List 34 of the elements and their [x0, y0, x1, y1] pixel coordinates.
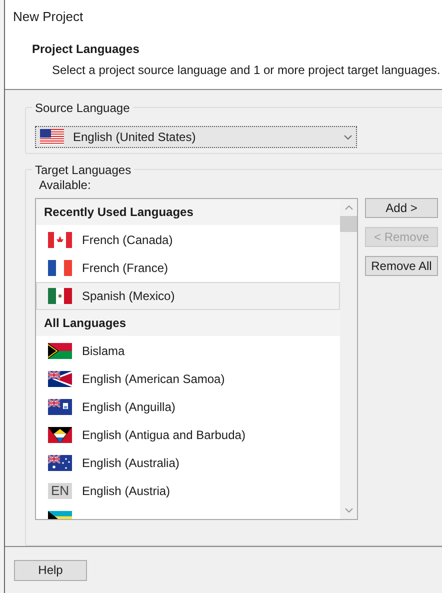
language-item[interactable]: Bislama	[36, 337, 340, 365]
flag-icon	[48, 399, 72, 415]
flag-icon	[48, 232, 72, 248]
flag-icon	[48, 427, 72, 443]
language-item[interactable]: English (American Samoa)	[36, 365, 340, 393]
scroll-up-icon[interactable]	[344, 205, 352, 210]
flag-icon	[48, 371, 72, 387]
list-action-button[interactable]: Add >	[365, 198, 438, 218]
scroll-down-icon[interactable]	[344, 508, 352, 513]
language-item[interactable]: EN English (Austria)	[36, 477, 340, 505]
flag-icon	[48, 455, 72, 471]
vertical-scrollbar[interactable]	[340, 199, 357, 519]
chevron-down-icon	[344, 134, 352, 140]
flag-icon	[48, 343, 72, 359]
language-code-badge: EN	[48, 483, 72, 499]
window-title: New Project	[13, 8, 84, 26]
language-item[interactable]: English (Antigua and Barbuda)	[36, 421, 340, 449]
list-group-heading: Recently Used Languages	[36, 199, 340, 225]
flag-icon	[40, 129, 64, 145]
available-label: Available:	[38, 178, 92, 192]
language-item[interactable]: French (France)	[36, 254, 340, 282]
language-item[interactable]: English (Australia)	[36, 449, 340, 477]
language-item[interactable]: English (Anguilla)	[36, 393, 340, 421]
flag-icon	[48, 260, 72, 276]
source-language-dropdown[interactable]: English (United States)	[35, 126, 357, 148]
help-button[interactable]: Help	[14, 560, 87, 580]
header-subtitle: Select a project source language and 1 or more project target languages.	[51, 62, 442, 79]
scrollbar-thumb[interactable]	[340, 216, 357, 232]
language-item[interactable]: Spanish (Mexico)	[36, 282, 340, 310]
header-title: Project Languages	[32, 41, 140, 58]
language-item[interactable]: French (Canada)	[36, 226, 340, 254]
list-action-button[interactable]: Remove All	[365, 256, 438, 276]
list-group-heading: All Languages	[36, 310, 340, 336]
flag-icon	[48, 288, 72, 304]
